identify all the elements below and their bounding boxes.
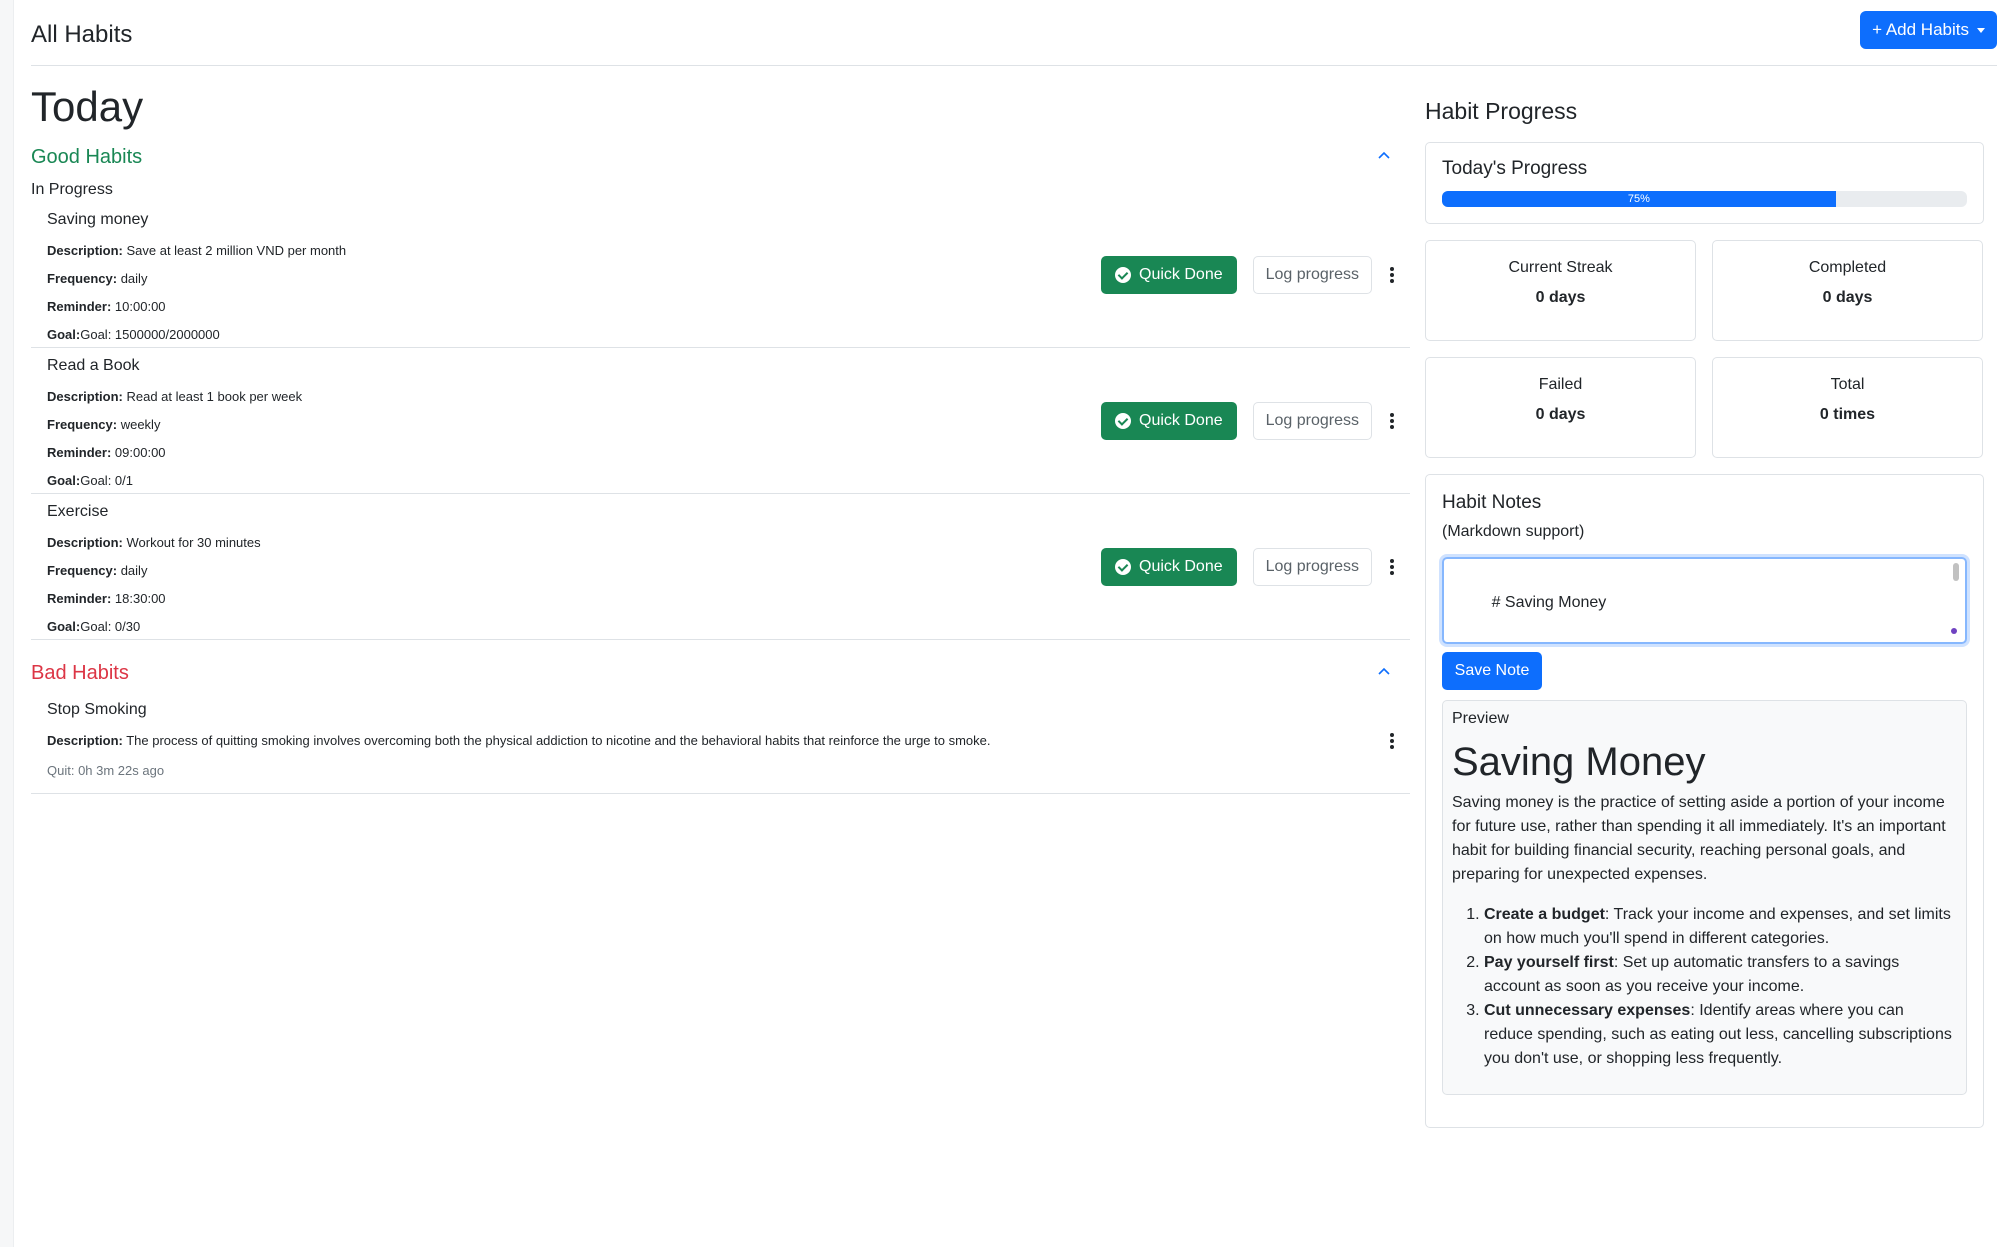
log-progress-button[interactable]: Log progress (1252, 401, 1372, 440)
log-progress-button[interactable]: Log progress (1252, 547, 1372, 586)
good-habits-title: Good Habits (31, 146, 143, 168)
habit-goal: Goal:Goal: 0/1 (47, 473, 133, 488)
good-habits-header[interactable]: Good Habits (31, 142, 1410, 172)
habit-item: Stop Smoking Description: The process of… (31, 688, 1410, 794)
stat-card-failed: Failed 0 days (1425, 357, 1696, 458)
habit-notes-title: Habit Notes (1442, 492, 1542, 513)
preview-paragraph: Saving money is the practice of setting … (1452, 794, 1946, 883)
textarea-scrollbar[interactable] (1953, 563, 1959, 581)
habit-reminder: Reminder: 10:00:00 (47, 299, 166, 314)
habit-description: Description: The process of quitting smo… (47, 733, 991, 748)
markdown-support-label: (Markdown support) (1442, 523, 1585, 540)
note-preview: Preview Saving Money Saving money is the… (1442, 700, 1967, 1095)
habit-name: Stop Smoking (47, 701, 147, 718)
habit-goal: Goal:Goal: 0/30 (47, 619, 141, 634)
page: All Habits + Add Habits Today Good Habit… (31, 0, 2003, 1247)
progress-bar-fill: 75% (1442, 191, 1836, 207)
quick-done-button[interactable]: Quick Done (1101, 401, 1237, 440)
more-options-icon[interactable] (1388, 411, 1396, 431)
check-circle-icon (1115, 558, 1132, 575)
habit-actions: Quick Done Log progress (1101, 547, 1396, 586)
habit-actions (1388, 731, 1396, 751)
preview-label: Preview (1452, 710, 1509, 727)
habit-progress-title: Habit Progress (1425, 98, 1578, 124)
habit-actions: Quick Done Log progress (1101, 255, 1396, 294)
habit-goal: Goal:Goal: 1500000/2000000 (47, 327, 220, 342)
habit-reminder: Reminder: 18:30:00 (47, 591, 166, 606)
habit-notes-card: Habit Notes (Markdown support) # Saving … (1425, 474, 1984, 1128)
habit-actions: Quick Done Log progress (1101, 401, 1396, 440)
stat-card-completed: Completed 0 days (1712, 240, 1983, 341)
quick-done-button[interactable]: Quick Done (1101, 547, 1237, 586)
stat-card-total: Total 0 times (1712, 357, 1983, 458)
chevron-up-icon[interactable] (1378, 150, 1390, 162)
more-options-icon[interactable] (1388, 731, 1396, 751)
log-progress-button[interactable]: Log progress (1252, 255, 1372, 294)
stat-value: 0 days (1535, 406, 1586, 423)
habit-item: Exercise Description: Workout for 30 min… (31, 494, 1410, 640)
bad-habits-header[interactable]: Bad Habits (31, 658, 1410, 688)
check-circle-icon (1115, 412, 1132, 429)
todays-progress-title: Today's Progress (1442, 158, 1588, 179)
resize-handle-icon[interactable] (1951, 628, 1957, 634)
note-textarea[interactable]: # Saving Money Saving money is the pract… (1442, 557, 1967, 644)
progress-column: Habit Progress Today's Progress 75% Curr… (1425, 96, 1984, 1128)
in-progress-label: In Progress (31, 181, 113, 198)
save-note-button[interactable]: Save Note (1442, 652, 1542, 690)
chevron-up-icon[interactable] (1378, 666, 1390, 678)
quit-timer: Quit: 0h 3m 22s ago (47, 763, 165, 778)
add-habits-button[interactable]: + Add Habits (1860, 11, 1997, 49)
today-column: Today Good Habits In Progress Saving mon… (31, 82, 1410, 794)
left-sidebar-strip (0, 0, 14, 1247)
bad-habits-title: Bad Habits (31, 662, 129, 684)
stat-label: Failed (1538, 376, 1583, 393)
habit-item: Read a Book Description: Read at least 1… (31, 348, 1410, 494)
add-habits-label: + Add Habits (1872, 20, 1969, 39)
note-textarea-value: # Saving Money Saving money is the pract… (1491, 594, 1607, 611)
habit-name: Saving money (47, 211, 149, 228)
quick-done-button[interactable]: Quick Done (1101, 255, 1237, 294)
page-title: All Habits (31, 21, 133, 48)
habit-item: Saving money Description: Save at least … (31, 202, 1410, 348)
habit-name: Read a Book (47, 357, 140, 374)
more-options-icon[interactable] (1388, 265, 1396, 285)
todays-progress-card: Today's Progress 75% (1425, 142, 1984, 224)
preview-list: Create a budget: Track your income and e… (1452, 903, 1957, 1071)
habit-reminder: Reminder: 09:00:00 (47, 445, 166, 460)
today-heading: Today (31, 83, 144, 130)
stat-value: 0 times (1819, 406, 1876, 423)
preview-heading: Saving Money (1452, 740, 1706, 784)
stats-grid: Current Streak 0 days Completed 0 days F… (1425, 240, 1984, 458)
stat-label: Total (1830, 376, 1865, 393)
stat-label: Current Streak (1508, 259, 1613, 276)
more-options-icon[interactable] (1388, 557, 1396, 577)
list-item: Pay yourself first: Set up automatic tra… (1484, 951, 1957, 999)
caret-down-icon (1977, 27, 1985, 33)
progress-bar: 75% (1442, 191, 1967, 207)
stat-label: Completed (1808, 259, 1887, 276)
top-bar: All Habits + Add Habits (31, 0, 1997, 66)
stat-value: 0 days (1535, 289, 1586, 306)
list-item: Cut unnecessary expenses: Identify areas… (1484, 999, 1957, 1071)
check-circle-icon (1115, 266, 1132, 283)
stat-card-streak: Current Streak 0 days (1425, 240, 1696, 341)
list-item: Create a budget: Track your income and e… (1484, 903, 1957, 951)
stat-value: 0 days (1822, 289, 1873, 306)
habit-name: Exercise (47, 503, 109, 520)
